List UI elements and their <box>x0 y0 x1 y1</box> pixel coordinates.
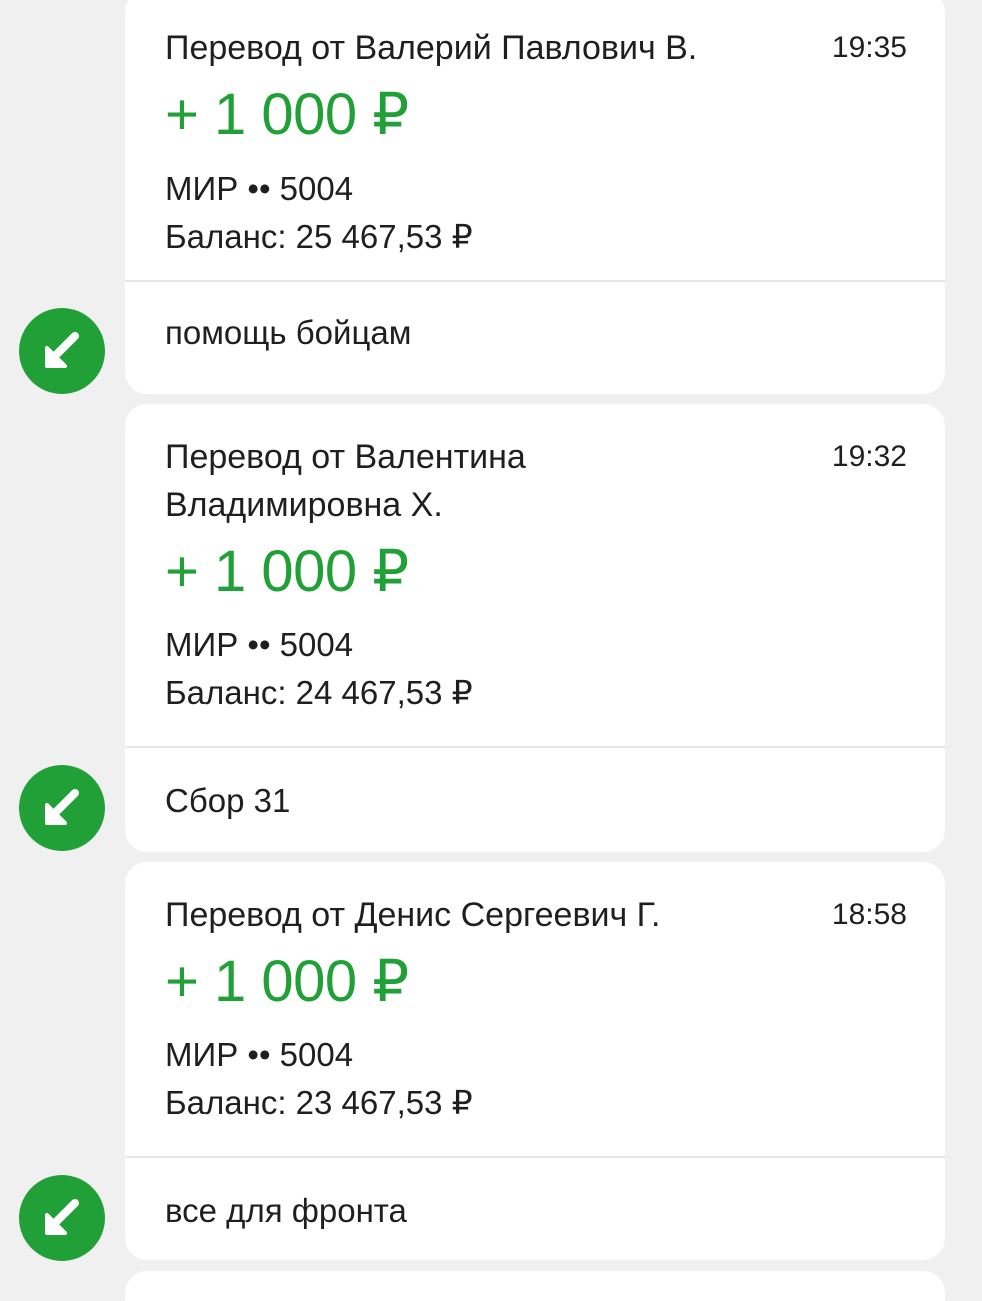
transaction-balance: Баланс: 25 467,53 ₽ <box>165 218 473 255</box>
transaction-amount: + 1 000 ₽ <box>165 82 409 147</box>
arrow-down-left-icon <box>19 765 105 851</box>
transaction-comment: все для фронта <box>165 1192 407 1229</box>
transaction-comment-row: помощь бойцам <box>125 282 945 394</box>
transaction-time: 19:35 <box>831 31 907 64</box>
transaction-details: Перевод от Валентина Владимировна Х. 19:… <box>125 404 945 748</box>
transaction-balance: Баланс: 23 467,53 ₽ <box>165 1084 473 1121</box>
transaction-time: 18:58 <box>831 898 907 931</box>
transaction-comment: Сбор 31 <box>165 782 291 819</box>
transaction-card[interactable]: Перевод от Валентина Владимировна Х. 19:… <box>125 404 945 852</box>
transaction-sender: Перевод от Валентина Владимировна Х. <box>165 438 526 524</box>
transaction-amount: + 1 000 ₽ <box>165 949 409 1014</box>
transaction-comment: помощь бойцам <box>165 314 412 351</box>
transaction-card[interactable]: Перевод от Денис Сергеевич Г. 18:58 + 1 … <box>125 862 945 1260</box>
transaction-feed: Перевод от Валерий Павлович В. 19:35 + 1… <box>0 0 982 1301</box>
transaction-time: 19:32 <box>831 440 907 473</box>
transaction-card-number: МИР •• 5004 <box>165 170 354 207</box>
next-transaction-card[interactable] <box>125 1271 945 1301</box>
transaction-comment-row: все для фронта <box>125 1158 945 1260</box>
arrow-down-left-icon <box>19 1175 105 1261</box>
transaction-sender: Перевод от Денис Сергеевич Г. <box>165 896 661 934</box>
transaction-card-number: МИР •• 5004 <box>165 1036 354 1073</box>
transaction-card[interactable]: Перевод от Валерий Павлович В. 19:35 + 1… <box>125 0 945 394</box>
transaction-details: Перевод от Валерий Павлович В. 19:35 + 1… <box>125 0 945 282</box>
transaction-details: Перевод от Денис Сергеевич Г. 18:58 + 1 … <box>125 862 945 1158</box>
transaction-comment-row: Сбор 31 <box>125 748 945 852</box>
transaction-card-number: МИР •• 5004 <box>165 626 354 663</box>
transaction-balance: Баланс: 24 467,53 ₽ <box>165 674 473 711</box>
arrow-down-left-icon <box>19 308 105 394</box>
transaction-sender: Перевод от Валерий Павлович В. <box>165 29 698 67</box>
transaction-amount: + 1 000 ₽ <box>165 539 409 604</box>
